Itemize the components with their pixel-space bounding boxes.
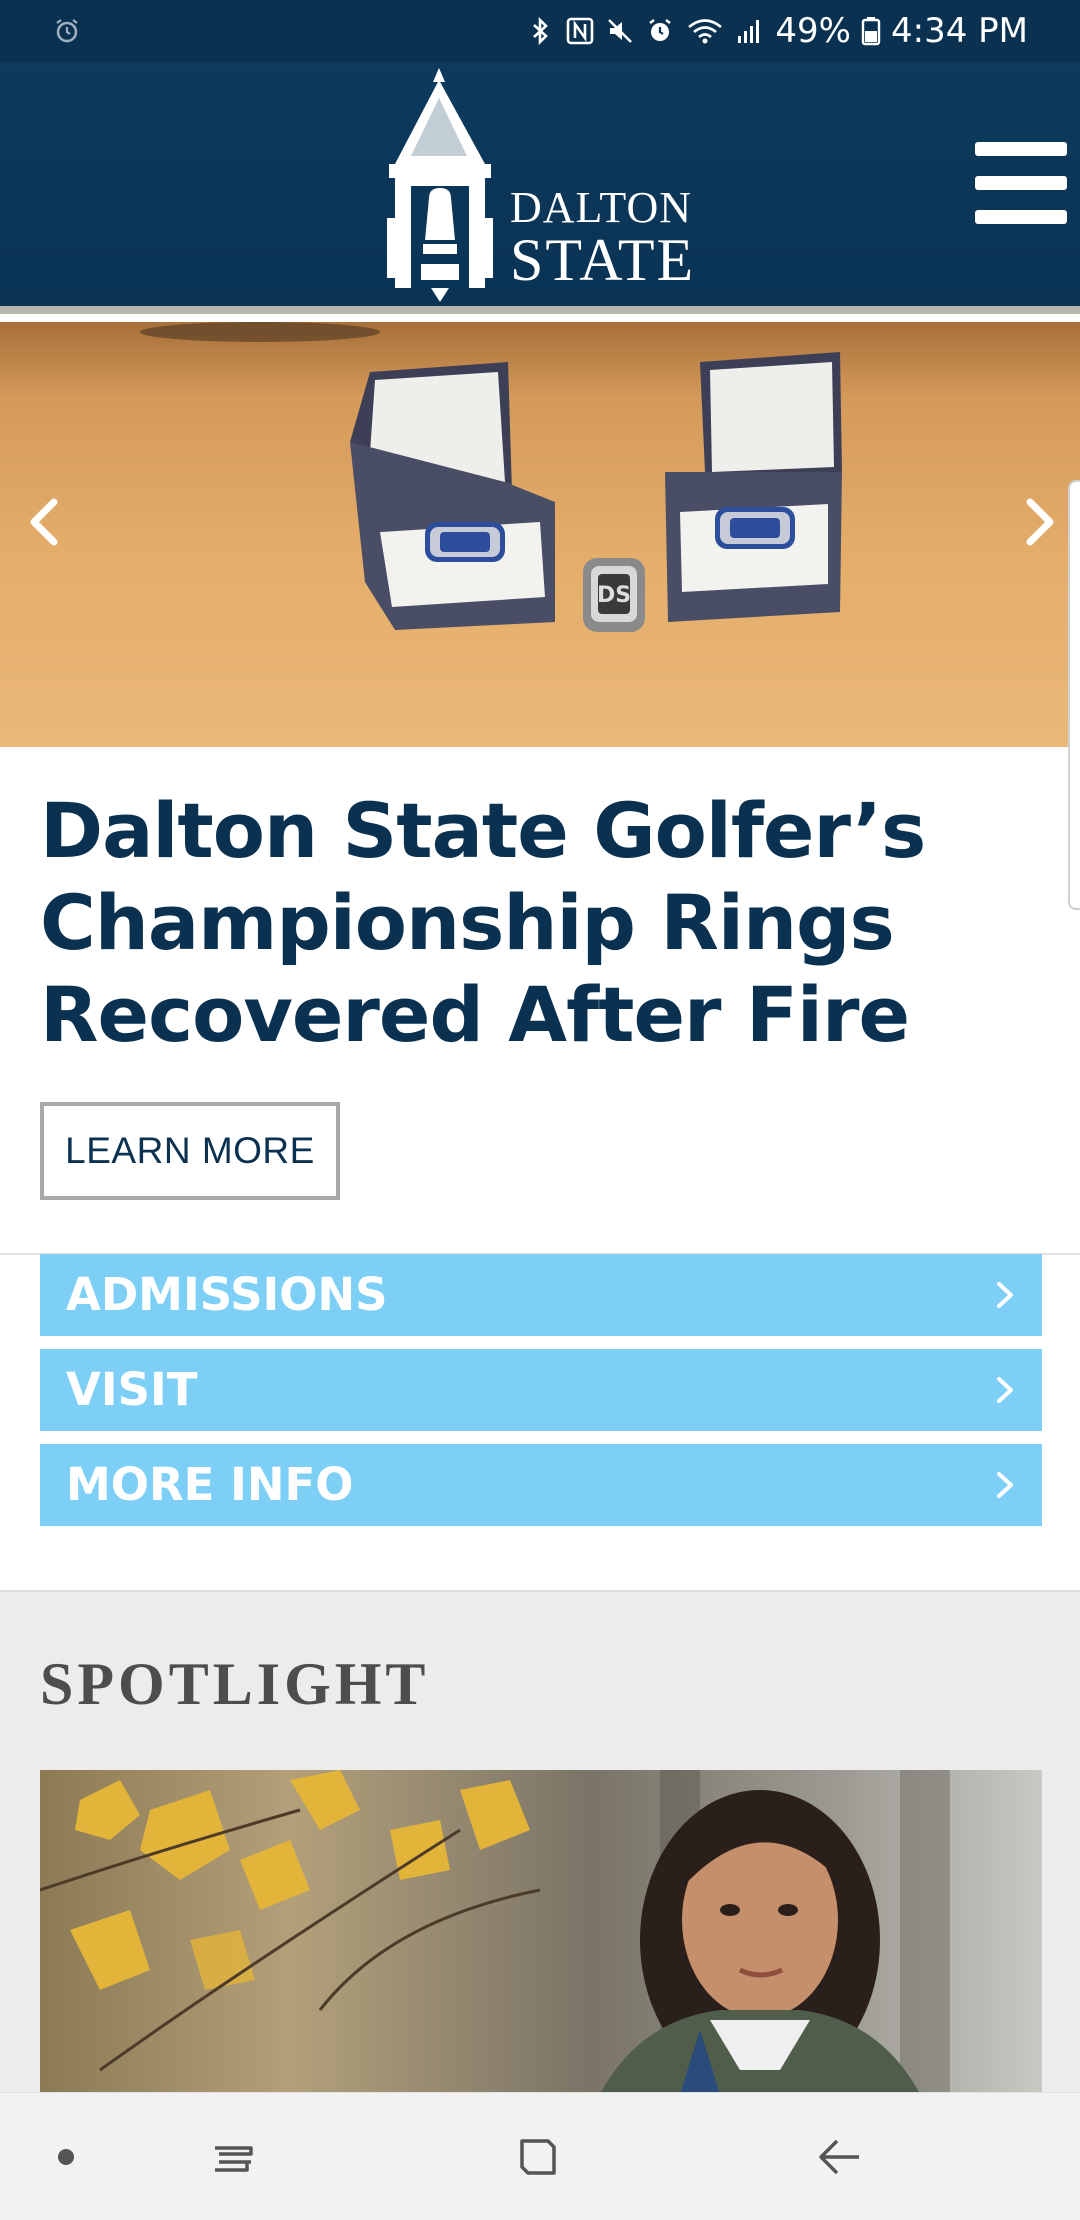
- dalton-state-logo[interactable]: DALTON STATE: [375, 68, 715, 304]
- chevron-right-icon: [997, 1377, 1013, 1403]
- bluetooth-icon: [533, 16, 549, 46]
- carousel-next-arrow-icon[interactable]: [1010, 482, 1070, 562]
- menu-button[interactable]: [975, 142, 1067, 226]
- carousel-prev-arrow-icon[interactable]: [14, 482, 74, 562]
- signal-icon: [738, 20, 760, 43]
- back-arrow-icon: [819, 2139, 859, 2175]
- quick-link-visit[interactable]: VISIT: [40, 1349, 1042, 1431]
- menu-icon-bar: [975, 210, 1067, 224]
- chevron-right-icon: [997, 1282, 1013, 1308]
- chevron-right-icon: [997, 1472, 1013, 1498]
- quick-link-more-info[interactable]: MORE INFO: [40, 1444, 1042, 1526]
- status-icons: 49% 4:34 PM: [525, 0, 1028, 62]
- hero-headline: Dalton State Golfer’s Championship Rings…: [40, 786, 926, 1059]
- quick-link-label: ADMISSIONS: [66, 1268, 388, 1321]
- status-bar: 49% 4:34 PM: [0, 0, 1080, 62]
- recent-apps-button[interactable]: [174, 2093, 294, 2220]
- hero-carousel[interactable]: DS: [0, 322, 1080, 747]
- spotlight-title: SPOTLIGHT: [40, 1651, 430, 1717]
- spotlight-photo-student-autumn: [40, 1770, 950, 2094]
- quick-link-admissions[interactable]: ADMISSIONS: [40, 1254, 1042, 1336]
- menu-icon-bar: [975, 176, 1067, 190]
- quick-link-label: MORE INFO: [66, 1458, 354, 1511]
- spotlight-image[interactable]: [40, 1770, 1042, 2094]
- battery-icon: [861, 17, 881, 46]
- quick-link-label: VISIT: [66, 1363, 198, 1416]
- alarm-icon: [649, 18, 672, 41]
- site-header: DALTON STATE: [0, 62, 1080, 314]
- system-navigation-bar: [0, 2092, 1080, 2220]
- mute-icon: [608, 19, 633, 43]
- bell-tower-icon: [387, 68, 493, 302]
- spotlight-section: SPOTLIGHT: [0, 1590, 1080, 2094]
- svg-text:DS: DS: [597, 583, 631, 608]
- hero-image-rings: DS: [140, 322, 842, 632]
- nfc-icon: [567, 17, 594, 45]
- scroll-edge-handle[interactable]: [1068, 480, 1080, 910]
- home-square-icon: [520, 2139, 556, 2175]
- home-button[interactable]: [478, 2093, 598, 2220]
- learn-more-button[interactable]: LEARN MORE: [40, 1102, 340, 1200]
- back-button[interactable]: [780, 2093, 900, 2220]
- dot-icon: [58, 2149, 74, 2165]
- recent-apps-icon: [215, 2146, 253, 2172]
- menu-icon-bar: [975, 142, 1067, 156]
- alarm-clock-icon: [56, 19, 78, 43]
- nav-dot-button[interactable]: [6, 2093, 126, 2220]
- clock-time: 4:34 PM: [891, 11, 1028, 51]
- battery-percent: 49%: [775, 11, 851, 51]
- logo-text-state: STATE: [510, 227, 696, 293]
- wifi-icon: [688, 19, 723, 44]
